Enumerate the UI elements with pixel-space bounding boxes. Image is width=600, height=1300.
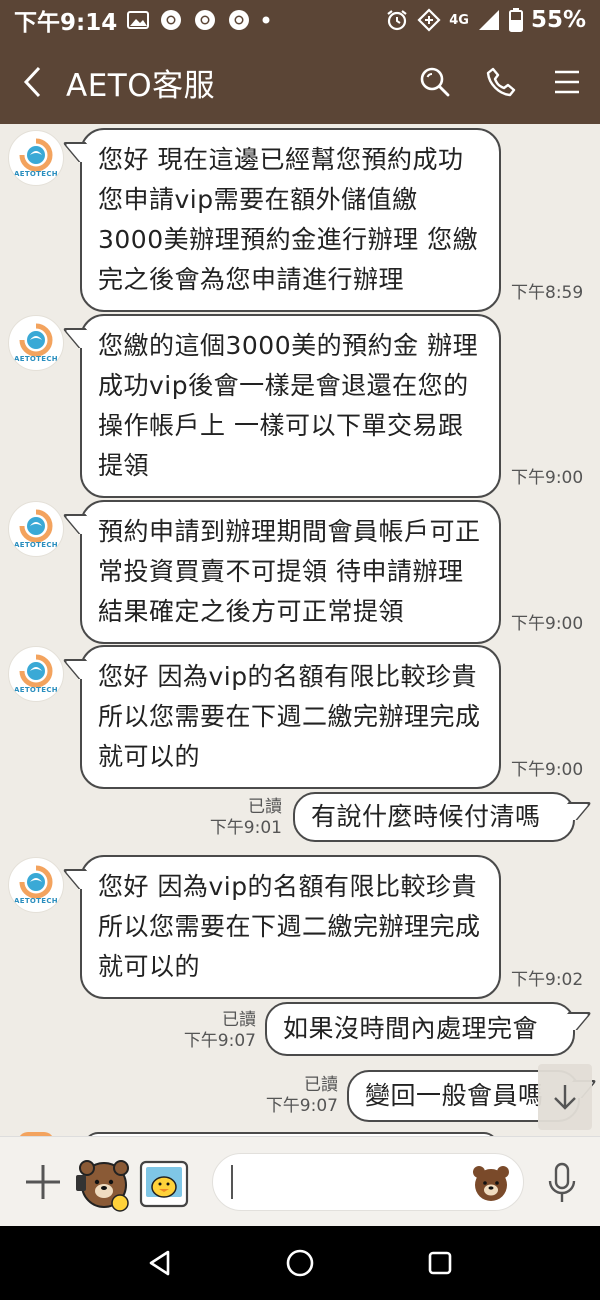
plus-icon [26, 1165, 60, 1199]
chrome-icon [227, 8, 251, 32]
image-icon [127, 11, 150, 29]
battery-icon [508, 8, 523, 32]
message-text: 如果沒時間內處理完會 [283, 1014, 539, 1043]
message-meta: 已讀 下午9:07 [172, 1010, 256, 1052]
message-time: 下午9:00 [511, 760, 584, 780]
message-text: 變回一般會員嗎 [365, 1081, 544, 1110]
message-time: 下午9:02 [511, 970, 584, 990]
text-caret [231, 1165, 233, 1199]
nav-back-icon [149, 1250, 170, 1276]
alarm-icon [385, 8, 409, 32]
message-text: 預約申請到辦理期間會員帳戶可正常投資買賣不可提領 待申請辦理結果確定之後方可正常… [98, 517, 481, 626]
message-text: 您好 因為vip的名額有限比較珍貴 所以您需要在下週二繳完辦理完成就可以的 [98, 662, 481, 771]
avatar-logo-text: AETOTECH [14, 170, 58, 178]
nav-home-icon [286, 1249, 314, 1277]
add-attachment-button[interactable] [22, 1161, 64, 1203]
status-bar: 下午9:14 4G 55% [0, 0, 600, 40]
message-input-bar [0, 1136, 600, 1226]
message-time: 下午9:07 [265, 1096, 338, 1116]
message-meta: 已讀 下午9:01 [200, 797, 282, 839]
message-text: 您好 現在這邊已經幫您預約成功 您申請vip需要在額外儲值繳3000美辦理預約金… [98, 145, 479, 294]
status-time: 下午9:14 [14, 10, 118, 36]
call-button[interactable] [468, 40, 534, 124]
sticker-icon [76, 1160, 129, 1212]
photo-button[interactable] [138, 1159, 190, 1209]
data-saver-icon [417, 8, 441, 32]
message-text: 您好 因為vip的名額有限比較珍貴 所以您需要在下週二繳完辦理完成就可以的 [98, 872, 481, 981]
system-back-button[interactable] [130, 1233, 190, 1293]
network-type: 4G [449, 12, 469, 28]
signal-icon [477, 9, 501, 31]
message-text: 您繳的這個3000美的預約金 辦理成功vip後會一樣是會退還在您的操作帳戶上 一… [98, 331, 479, 480]
avatar-logo-text: AETOTECH [14, 686, 58, 694]
back-button[interactable] [0, 40, 64, 124]
arrow-down-icon [554, 1085, 576, 1110]
chrome-icon [193, 8, 217, 32]
message-time: 下午9:00 [511, 614, 584, 634]
message-time: 下午9:07 [183, 1031, 256, 1051]
incoming-message[interactable]: 您好 現在這邊已經幫您預約成功 您申請vip需要在額外儲值繳3000美辦理預約金… [80, 128, 501, 312]
search-icon [420, 67, 450, 97]
message-time: 下午9:01 [209, 818, 282, 838]
sticker-button[interactable] [74, 1155, 132, 1213]
message-text: 有說什麼時候付清嗎 [311, 802, 541, 831]
outgoing-message[interactable]: 有說什麼時候付清嗎 [293, 792, 575, 842]
chat-header: AETO客服 [0, 40, 600, 124]
read-receipt: 已讀 [248, 797, 282, 817]
agent-avatar[interactable]: AETOTECH [8, 501, 64, 557]
system-nav-bar [0, 1226, 600, 1300]
dot-icon [261, 15, 271, 25]
battery-level: 55% [530, 7, 586, 33]
nav-recents-icon [428, 1251, 452, 1275]
outgoing-message[interactable]: 如果沒時間內處理完會 [265, 1002, 575, 1056]
chat-title: AETO客服 [66, 67, 216, 104]
incoming-message[interactable]: 您好 因為vip的名額有限比較珍貴 所以您需要在下週二繳完辦理完成就可以的 [80, 855, 501, 999]
incoming-message[interactable]: 預約申請到辦理期間會員帳戶可正常投資買賣不可提領 待申請辦理結果確定之後方可正常… [80, 500, 501, 644]
message-meta: 已讀 下午9:07 [256, 1075, 338, 1117]
scroll-to-bottom-button[interactable] [538, 1064, 592, 1130]
mic-icon [548, 1162, 576, 1202]
chrome-icon [159, 8, 183, 32]
agent-avatar[interactable]: AETOTECH [8, 130, 64, 186]
message-time: 下午8:59 [511, 283, 584, 303]
agent-avatar[interactable]: AETOTECH [8, 646, 64, 702]
incoming-message[interactable]: 您繳的這個3000美的預約金 辦理成功vip後會一樣是會退還在您的操作帳戶上 一… [80, 314, 501, 498]
search-button[interactable] [402, 40, 468, 124]
menu-button[interactable] [534, 40, 600, 124]
voice-button[interactable] [542, 1161, 582, 1205]
avatar-logo-text: AETOTECH [14, 355, 58, 363]
message-time: 下午9:00 [511, 468, 584, 488]
read-receipt: 已讀 [222, 1010, 256, 1030]
avatar-logo-text: AETOTECH [14, 541, 58, 549]
system-recents-button[interactable] [410, 1233, 470, 1293]
photo-icon [139, 1160, 189, 1208]
agent-avatar[interactable]: AETOTECH [8, 315, 64, 371]
system-home-button[interactable] [270, 1233, 330, 1293]
emoji-button[interactable] [470, 1163, 512, 1203]
read-receipt: 已讀 [304, 1075, 338, 1095]
avatar-logo-text: AETOTECH [14, 897, 58, 905]
agent-avatar[interactable]: AETOTECH [8, 857, 64, 913]
emoji-icon [473, 1166, 509, 1201]
incoming-message[interactable]: 您好 因為vip的名額有限比較珍貴 所以您需要在下週二繳完辦理完成就可以的 [80, 645, 501, 789]
chat-message-list[interactable]: AETOTECH 您好 現在這邊已經幫您預約成功 您申請vip需要在額外儲值繳3… [0, 124, 600, 1136]
back-icon [23, 66, 41, 98]
menu-icon [555, 70, 579, 94]
phone-icon [486, 67, 516, 97]
